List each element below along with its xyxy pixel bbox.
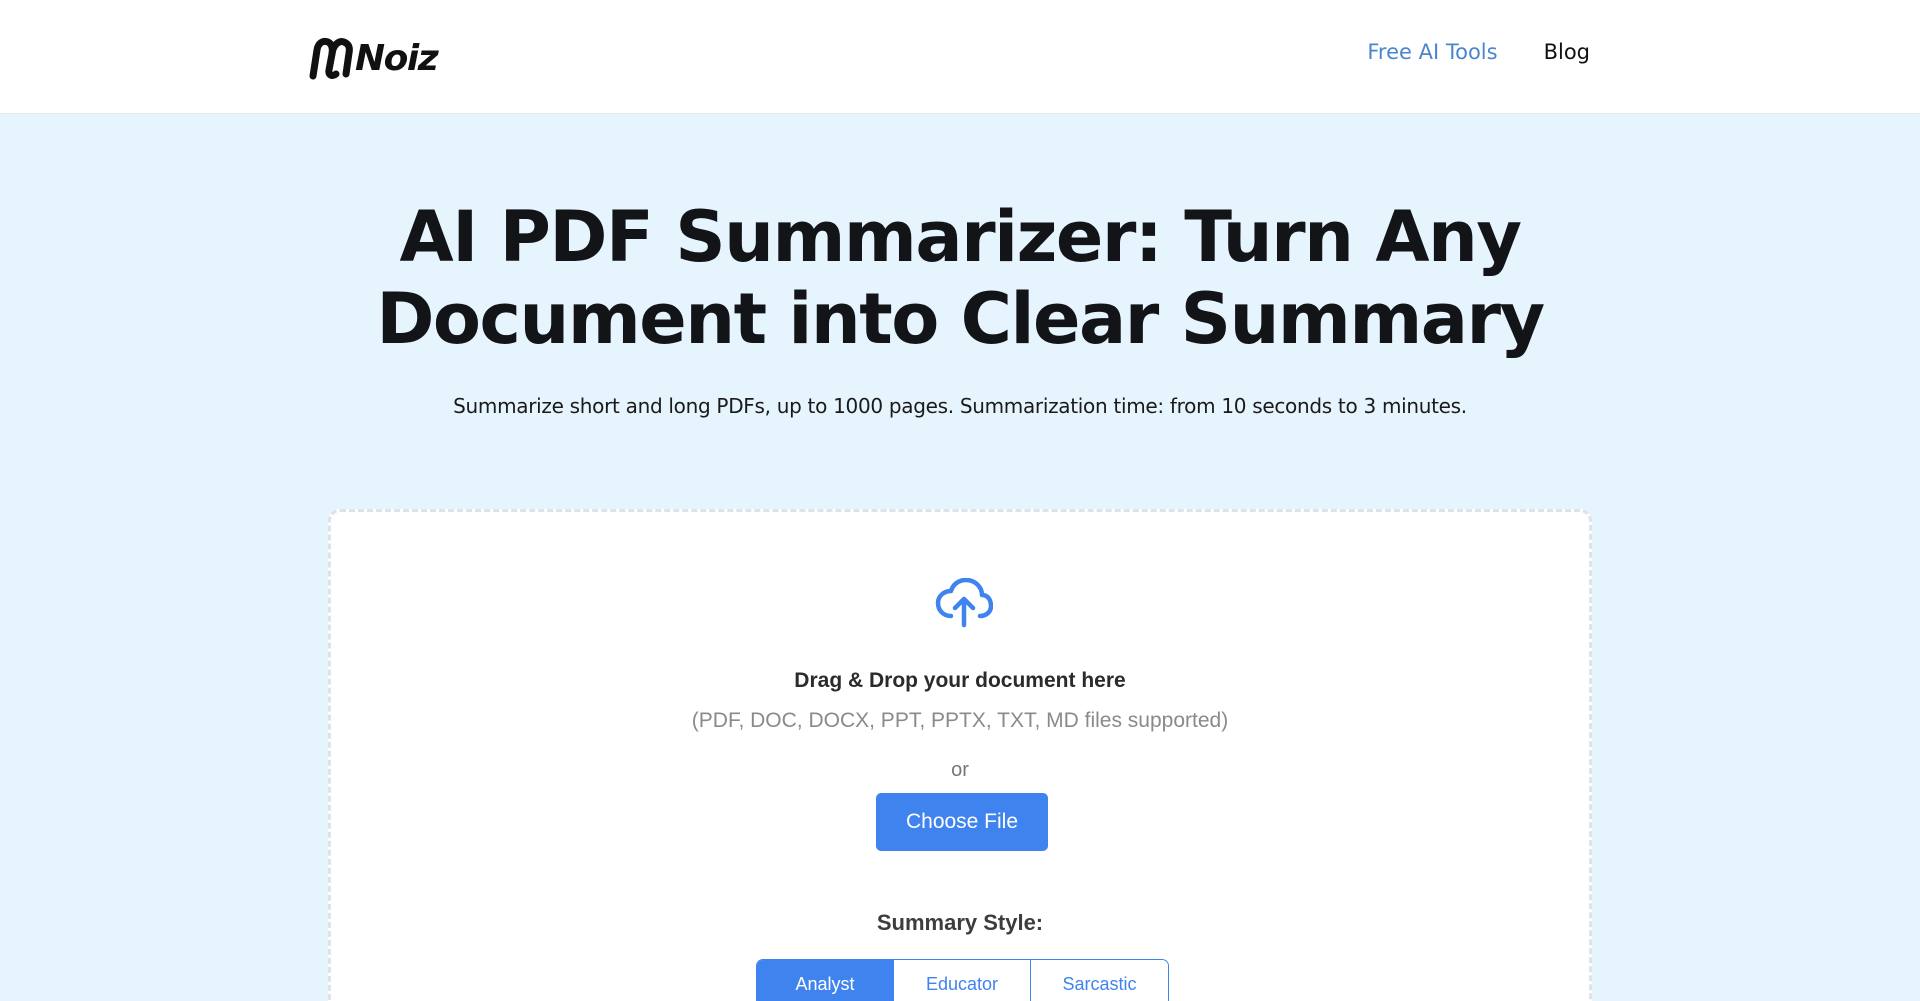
main-nav: Free AI Tools Blog [1367, 40, 1590, 64]
style-option-sarcastic[interactable]: Sarcastic [1031, 960, 1168, 1001]
nav-link-blog[interactable]: Blog [1544, 40, 1590, 64]
site-header: Noiz Free AI Tools Blog [0, 0, 1920, 114]
style-option-educator[interactable]: Educator [894, 960, 1031, 1001]
upload-dropzone[interactable]: Drag & Drop your document here (PDF, DOC… [328, 509, 1592, 1001]
noiz-logo-icon [309, 37, 353, 80]
or-separator: or [951, 759, 969, 781]
choose-file-button[interactable]: Choose File [876, 793, 1048, 851]
page-subtitle: Summarize short and long PDFs, up to 100… [453, 394, 1467, 418]
supported-formats-text: (PDF, DOC, DOCX, PPT, PPTX, TXT, MD file… [691, 709, 1229, 732]
drag-drop-instruction: Drag & Drop your document here [794, 669, 1126, 692]
logo[interactable]: Noiz [308, 34, 439, 82]
summary-style-label: Summary Style: [876, 910, 1044, 935]
page-title: AI PDF Summarizer: Turn Any Document int… [376, 196, 1545, 360]
style-option-analyst[interactable]: Analyst [757, 960, 894, 1001]
summary-style-selector: Analyst Educator Sarcastic [756, 959, 1169, 1001]
cloud-upload-icon [935, 578, 993, 628]
logo-text: Noiz [355, 37, 439, 79]
nav-link-free-ai-tools[interactable]: Free AI Tools [1367, 40, 1497, 64]
